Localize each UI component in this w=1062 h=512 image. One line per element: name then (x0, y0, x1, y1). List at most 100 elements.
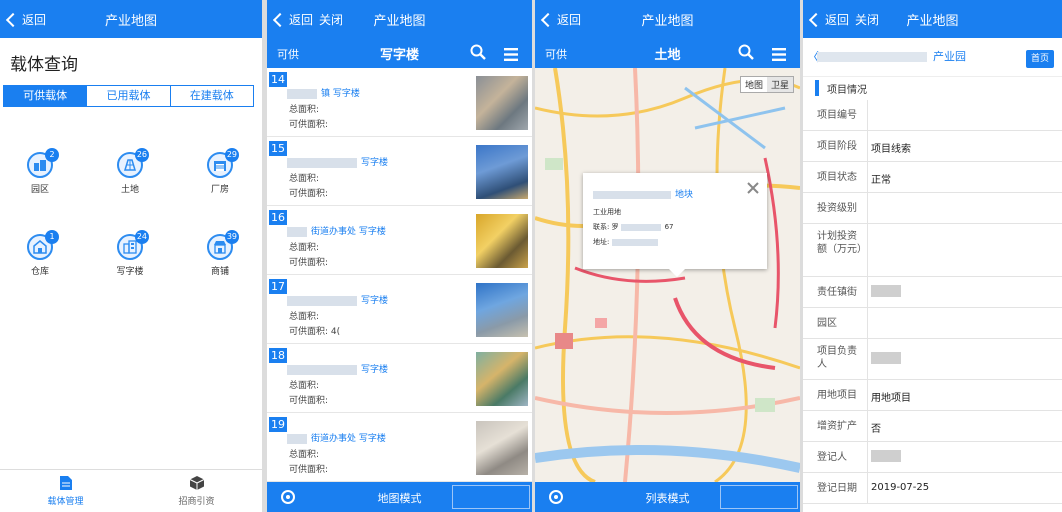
detail-label: 项目阶段 (817, 141, 857, 152)
redacted-block (612, 238, 659, 246)
popup-contact: 联系: 罗 67 (593, 222, 674, 232)
menu-icon[interactable] (504, 46, 518, 65)
menu-icon[interactable] (772, 46, 786, 65)
tabbar-item-investment[interactable]: 招商引资 (131, 470, 262, 512)
detail-row: 项目编号 (803, 100, 1062, 131)
item-number: 17 (269, 279, 287, 294)
grid-item-shop[interactable]: 39 商铺 (190, 230, 250, 277)
bottom-right-slot[interactable] (452, 485, 530, 509)
total-area: 总面积: (289, 312, 320, 322)
redacted-block (817, 52, 927, 62)
item-name: 写字楼 (287, 155, 467, 168)
cube-icon (131, 475, 262, 494)
detail-label: 项目负责人 (817, 346, 857, 370)
warehouse-icon: 1 (27, 230, 59, 260)
tabbar-label: 载体管理 (47, 497, 84, 507)
redacted-block (871, 285, 901, 297)
project-detail-screen: 返回 关闭 产业地图 〈 产业园 首页 项目情况 项目编号 项目阶段 项目线索 项… (803, 0, 1062, 512)
detail-row: 增资扩产 否 (803, 411, 1062, 442)
divider (867, 100, 868, 130)
bottom-right-slot[interactable] (720, 485, 798, 509)
available-area: 可供面积: (289, 120, 329, 130)
page-title: 产业地图 (906, 14, 959, 29)
popup-land-type: 工业用地 (593, 208, 621, 216)
detail-label: 项目编号 (817, 110, 857, 121)
land-map-screen: 返回 产业地图 可供 土地 地图 卫星 地块 工业用地 联系: 罗 67 地址:… (535, 0, 800, 512)
category-title: 写字楼 (379, 48, 419, 63)
search-icon[interactable] (470, 44, 486, 64)
redacted-block (287, 295, 357, 306)
redacted-block (871, 450, 901, 462)
grid-label: 仓库 (30, 267, 49, 277)
map-view[interactable]: 地图 卫星 地块 工业用地 联系: 罗 67 地址: (535, 68, 800, 482)
detail-label: 投资级别 (817, 203, 857, 214)
carrier-tabs: 可供载体 已用载体 在建载体 (3, 85, 254, 107)
map-type-satellite[interactable]: 卫星 (766, 77, 793, 92)
item-number: 14 (269, 72, 287, 87)
badge: 24 (134, 230, 149, 244)
redacted-block (620, 223, 661, 231)
tab-used[interactable]: 已用载体 (86, 86, 169, 106)
available-area: 可供面积: (289, 465, 329, 475)
bottom-bar: 地图模式 (267, 482, 532, 512)
land-icon: 26 (117, 148, 149, 178)
section-header: 项目情况 (803, 76, 1062, 100)
list-item[interactable]: 18 写字楼 总面积: 可供面积: (267, 344, 532, 413)
divider (867, 442, 868, 472)
item-name: 写字楼 (287, 362, 467, 375)
grid-label: 厂房 (210, 185, 229, 195)
navbar: 返回 产业地图 (0, 0, 262, 38)
item-number: 19 (269, 417, 287, 432)
redacted-block (287, 88, 317, 99)
office-building-icon: 24 (117, 230, 149, 260)
home-button[interactable]: 首页 (1026, 50, 1054, 68)
grid-item-land[interactable]: 26 土地 (100, 148, 160, 195)
detail-value: 正常 (871, 175, 891, 186)
available-area: 可供面积: (289, 396, 329, 406)
detail-row: 投资级别 (803, 193, 1062, 224)
tab-under-construction[interactable]: 在建载体 (169, 86, 253, 106)
close-icon[interactable] (747, 179, 759, 198)
item-name: 写字楼 (287, 293, 467, 306)
building-thumbnail (476, 214, 528, 268)
list-item[interactable]: 16 街道办事处 写字楼 总面积: 可供面积: (267, 206, 532, 275)
total-area: 总面积: (289, 450, 320, 460)
page-title: 产业地图 (373, 14, 426, 29)
grid-label: 土地 (120, 185, 139, 195)
page-title: 产业地图 (104, 14, 157, 29)
popup-contact-tail: 67 (664, 223, 674, 231)
building-thumbnail (476, 352, 528, 406)
search-icon[interactable] (738, 44, 754, 64)
list-item[interactable]: 14 镇 写字楼 总面积: 可供面积: (267, 68, 532, 137)
grid-item-office[interactable]: 24 写字楼 (100, 230, 160, 277)
tabbar-label: 招商引资 (178, 497, 215, 507)
grid-item-park[interactable]: 2 园区 (10, 148, 70, 195)
detail-value: 2019-07-25 (871, 482, 930, 493)
available-area: 可供面积: 4( (289, 327, 341, 337)
list-item[interactable]: 19 街道办事处 写字楼 总面积: 可供面积: (267, 413, 532, 482)
shop-icon: 39 (207, 230, 239, 260)
map-type-standard[interactable]: 地图 (741, 77, 767, 92)
carrier-query-screen: 返回 产业地图 载体查询 可供载体 已用载体 在建载体 2 园区 26 土地 2… (0, 0, 262, 512)
grid-item-factory[interactable]: 29 厂房 (190, 148, 250, 195)
office-list-screen: 返回 关闭 产业地图 可供 写字楼 14 镇 写字楼 总面积: 可供面积: 15… (267, 0, 532, 512)
redacted-block (871, 352, 901, 364)
tab-available[interactable]: 可供载体 (4, 86, 87, 106)
building-thumbnail (476, 76, 528, 130)
detail-value: 用地项目 (871, 393, 911, 404)
item-name: 街道办事处 写字楼 (287, 224, 467, 237)
detail-label: 登记日期 (817, 483, 857, 494)
item-number: 16 (269, 210, 287, 225)
detail-row: 项目负责人 (803, 339, 1062, 380)
navbar: 返回 产业地图 (535, 0, 800, 38)
section-title: 项目情况 (827, 85, 867, 96)
info-popup: 地块 工业用地 联系: 罗 67 地址: (583, 173, 767, 277)
grid-item-warehouse[interactable]: 1 仓库 (10, 230, 70, 277)
list-item[interactable]: 15 写字楼 总面积: 可供面积: (267, 137, 532, 206)
redacted-block (287, 226, 307, 237)
list-item[interactable]: 17 写字楼 总面积: 可供面积: 4( (267, 275, 532, 344)
popup-title: 地块 (593, 187, 693, 200)
divider (867, 308, 868, 338)
factory-icon: 29 (207, 148, 239, 178)
tabbar-item-carrier-management[interactable]: 载体管理 (0, 470, 131, 512)
